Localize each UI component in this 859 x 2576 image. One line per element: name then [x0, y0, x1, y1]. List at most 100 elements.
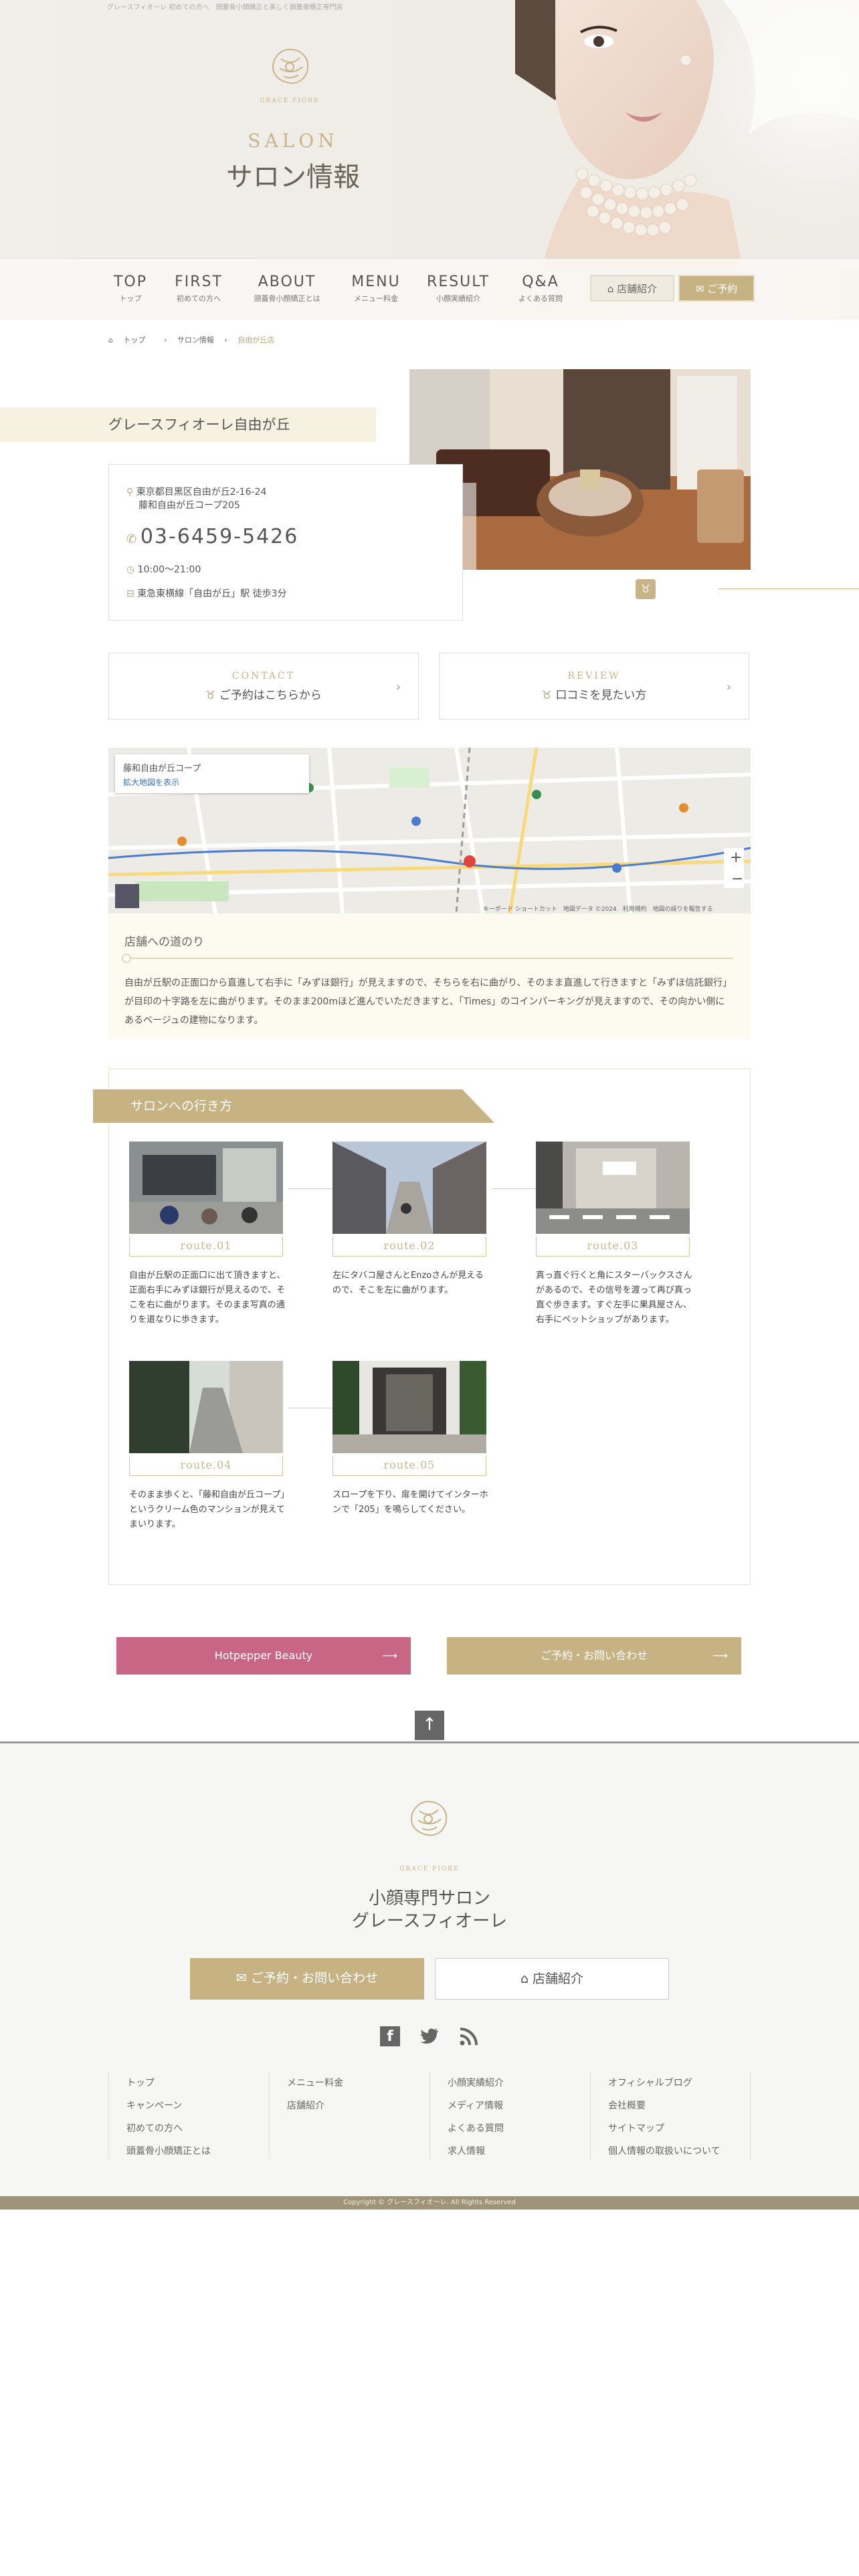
- footer-link[interactable]: サイトマップ: [608, 2117, 750, 2140]
- contact-button[interactable]: CONTACT ♉ ご予約はこちらから ›: [108, 653, 419, 720]
- google-map[interactable]: 藤和自由が丘コープ 拡大地図を表示 + − キーボード ショートカット 地図デー…: [108, 748, 751, 914]
- hotpepper-button[interactable]: Hotpepper Beauty ⟶: [116, 1637, 411, 1675]
- breadcrumb-home[interactable]: ⌂ トップ: [108, 336, 153, 344]
- footer-link[interactable]: 頭蓋骨小顔矯正とは: [126, 2140, 269, 2163]
- footer-link[interactable]: トップ: [126, 2072, 269, 2095]
- footer-link[interactable]: 小顔実績紹介: [448, 2072, 590, 2095]
- rss-icon[interactable]: [459, 2026, 479, 2046]
- route-text: スロープを下り、扉を開けてインターホンで「205」を鳴らしてください。: [332, 1490, 488, 1515]
- footer-link[interactable]: 初めての方へ: [126, 2117, 269, 2140]
- map-pin-icon: ⚲: [126, 487, 136, 498]
- breadcrumb-current: 自由が丘店: [237, 336, 275, 344]
- footer-link[interactable]: オフィシャルブログ: [608, 2072, 750, 2095]
- nav-shop-button[interactable]: ⌂ 店舗紹介: [590, 275, 674, 302]
- access-info: ⊟ 東急東横線「自由が丘」駅 徒歩3分: [126, 588, 287, 599]
- shop-info-box: ⚲ 東京都目黒区自由が丘2-16-24 藤和自由が丘コープ205 ✆ 03-64…: [108, 464, 463, 621]
- footer-links-col4: オフィシャルブログ 会社概要 サイトマップ 個人情報の取扱いについて: [590, 2072, 751, 2159]
- review-button[interactable]: REVIEW ♉ 口コミを見たい方 ›: [439, 653, 749, 720]
- route-label: route.02: [332, 1237, 486, 1257]
- route-step: route.02 左にタバコ屋さんとEnzoさんが見えるので、そこを左に曲がりま…: [332, 1142, 486, 1298]
- header-tagline: グレースフィオーレ 初めての方へ 頭蓋骨小顔矯正と美しく頭蓋骨矯正専門店: [107, 4, 343, 11]
- route-text: 自由が丘駅の正面口に出て頂きますと、正面右手にみずほ銀行が見えるので、そこを右に…: [129, 1271, 286, 1325]
- footer-links-col1: トップ キャンペーン 初めての方へ 頭蓋骨小顔矯正とは: [108, 2072, 269, 2159]
- route-step: route.03 真っ直ぐ行くと角にスターバックスさんがあるので、その信号を渡っ…: [536, 1142, 692, 1327]
- breadcrumb: ⌂ トップ › サロン情報 › 自由が丘店: [108, 336, 275, 344]
- map-enlarge-link[interactable]: 拡大地図を表示: [123, 776, 301, 788]
- nav-item-qa[interactable]: Q&A よくある質問: [504, 274, 577, 304]
- brand-mark-icon: ♉: [541, 689, 556, 702]
- footer-link[interactable]: 求人情報: [448, 2140, 590, 2163]
- nav-item-about[interactable]: ABOUT 頭蓋骨小顔矯正とは: [250, 274, 324, 304]
- footer-link[interactable]: 個人情報の取扱いについて: [608, 2140, 750, 2163]
- tel[interactable]: ✆ 03-6459-5426: [126, 525, 298, 548]
- route-label: route.05: [332, 1456, 486, 1476]
- route-photo: [332, 1361, 486, 1453]
- route-section: サロンへの行き方 route.01 自由が丘駅の正面口に出て頂きますと、正面右手…: [93, 1069, 751, 1585]
- footer-shop-button[interactable]: ⌂ 店舗紹介: [435, 1958, 669, 2000]
- arrow-up-icon: ↑: [422, 1715, 437, 1735]
- chevron-right-icon: ›: [726, 680, 731, 694]
- route-photo: [129, 1361, 283, 1453]
- decorative-line: [719, 588, 859, 589]
- footer-links-col2: メニュー料金 店舗紹介: [269, 2072, 430, 2159]
- footer-links-col3: 小顔実績紹介 メディア情報 よくある質問 求人情報: [430, 2072, 590, 2159]
- footer-link[interactable]: よくある質問: [448, 2117, 590, 2140]
- shop-name: グレースフィオーレ自由が丘: [0, 407, 376, 442]
- route-step: route.04 そのまま歩くと、「藤和自由が丘コープ」というクリーム色のマンシ…: [129, 1361, 285, 1532]
- route-text: 左にタバコ屋さんとEnzoさんが見えるので、そこを左に曲がります。: [332, 1271, 484, 1295]
- brand-logo-icon[interactable]: [261, 44, 318, 98]
- route-heading: サロンへの行き方: [93, 1089, 494, 1123]
- directions-divider: [124, 958, 733, 959]
- nav-item-menu[interactable]: MENU メニュー料金: [339, 274, 413, 304]
- map-place-card: 藤和自由が丘コープ 拡大地図を表示: [115, 754, 309, 793]
- header-hero: グレースフィオーレ 初めての方へ 頭蓋骨小顔矯正と美しく頭蓋骨矯正専門店 GRA…: [0, 0, 859, 320]
- reserve-contact-button[interactable]: ご予約・お問い合わせ ⟶: [447, 1637, 741, 1675]
- route-photo: [332, 1142, 486, 1234]
- nav-item-top[interactable]: TOP トップ: [94, 274, 167, 304]
- mail-icon: ✉: [695, 283, 708, 295]
- breadcrumb-salon[interactable]: サロン情報: [177, 336, 214, 344]
- brand-mark-icon: ♉: [205, 689, 219, 702]
- phone-icon: ✆: [126, 532, 140, 546]
- back-to-top-button[interactable]: ↑: [415, 1711, 444, 1740]
- opening-hours: ◷ 10:00〜21:00: [126, 564, 201, 575]
- footer-link[interactable]: 店舗紹介: [287, 2095, 430, 2117]
- footer-title: 小顔専門サロン グレースフィオーレ: [351, 1889, 508, 1931]
- footer-link[interactable]: 会社概要: [608, 2095, 750, 2117]
- facebook-icon[interactable]: f: [380, 2026, 400, 2046]
- nav-item-result[interactable]: RESULT 小顔実績紹介: [421, 274, 495, 304]
- footer-contact-button[interactable]: ✉ ご予約・お問い合わせ: [190, 1958, 424, 2000]
- home-icon: ⌂: [520, 1971, 533, 1986]
- brand-mark-icon: ♉: [636, 579, 656, 599]
- footer-link[interactable]: メニュー料金: [287, 2072, 430, 2095]
- global-nav: TOP トップ FIRST 初めての方へ ABOUT 頭蓋骨小顔矯正とは MENU メニ…: [0, 258, 859, 320]
- hero-model-image: [455, 0, 859, 267]
- route-photo: [129, 1142, 283, 1234]
- address: ⚲ 東京都目黒区自由が丘2-16-24 藤和自由が丘コープ205: [126, 487, 267, 511]
- route-step: route.05 スロープを下り、扉を開けてインターホンで「205」を鳴らしてく…: [332, 1361, 488, 1517]
- footer-logo-icon[interactable]: [399, 1796, 457, 1850]
- footer-logo-text: GRACE FIORE: [399, 1866, 460, 1872]
- home-icon: ⌂: [108, 336, 116, 344]
- directions-text: 自由が丘駅の正面口から直進して右手に「みずほ銀行」が見えますので、そちらを右に曲…: [124, 978, 733, 1026]
- footer-link[interactable]: キャンペーン: [126, 2095, 269, 2117]
- copyright: Copyright © グレースフィオーレ. All Rights Reserv…: [0, 2196, 859, 2210]
- route-text: 真っ直ぐ行くと角にスターバックスさんがあるので、その信号を渡って再び真っ直ぐ歩き…: [536, 1271, 692, 1325]
- route-label: route.04: [129, 1456, 283, 1476]
- footer-link[interactable]: メディア情報: [448, 2095, 590, 2117]
- page-title: サロン情報: [226, 162, 360, 193]
- route-label: route.01: [129, 1237, 283, 1257]
- map-place-name: 藤和自由が丘コープ: [123, 764, 201, 774]
- page-title-en: SALON: [248, 130, 339, 152]
- directions-box: 店舗への道のり 自由が丘駅の正面口から直進して右手に「みずほ銀行」が見えますので…: [108, 914, 751, 1039]
- twitter-icon[interactable]: [419, 2026, 440, 2046]
- zoom-out-button[interactable]: −: [731, 871, 743, 887]
- route-label: route.03: [536, 1237, 690, 1257]
- arrow-right-icon: ⟶: [382, 1649, 397, 1662]
- train-icon: ⊟: [126, 588, 138, 599]
- nav-reserve-button[interactable]: ✉ ご予約: [678, 275, 755, 302]
- directions-title: 店舗への道のり: [124, 936, 204, 949]
- zoom-in-button[interactable]: +: [730, 849, 742, 866]
- nav-item-first[interactable]: FIRST 初めての方へ: [162, 274, 235, 304]
- home-icon: ⌂: [607, 283, 617, 295]
